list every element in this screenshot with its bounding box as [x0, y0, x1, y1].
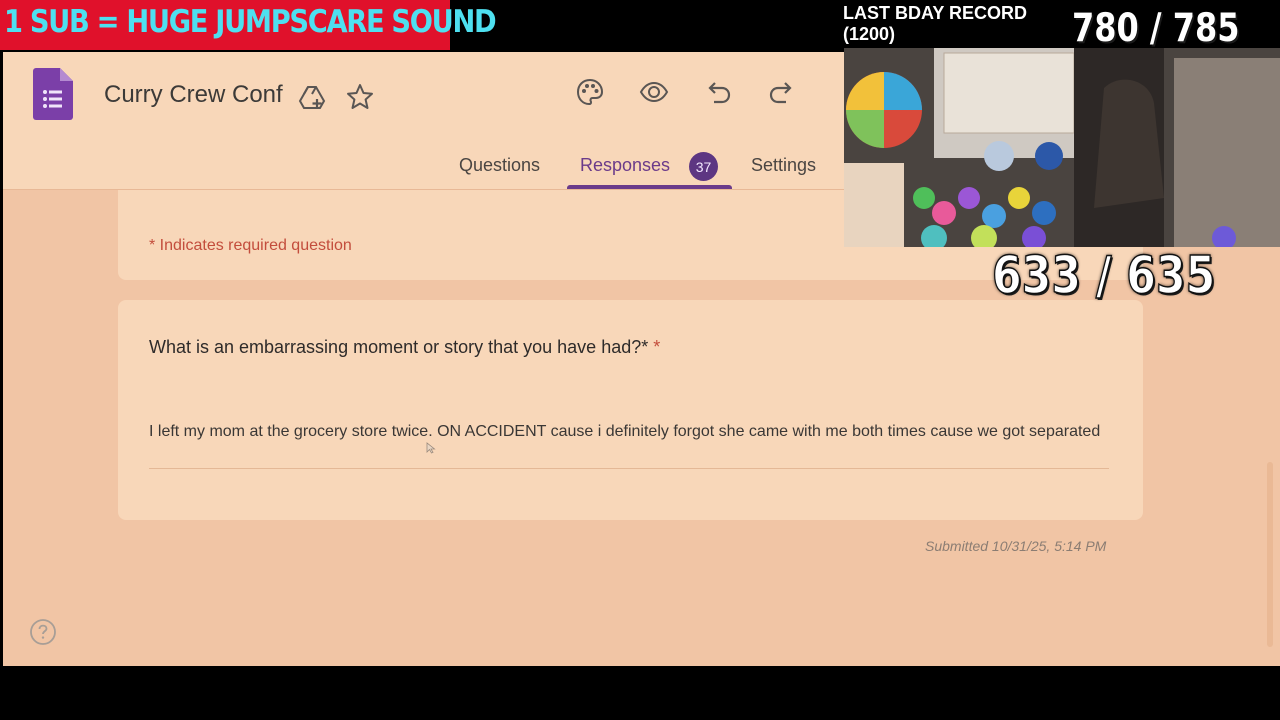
drive-add-icon[interactable]	[297, 82, 327, 112]
google-forms-logo[interactable]	[33, 68, 73, 120]
question-title: What is an embarrassing moment or story …	[149, 337, 660, 358]
question-card: What is an embarrassing moment or story …	[118, 300, 1143, 520]
sub-counter-mid: 633 / 635	[991, 245, 1216, 307]
redo-icon[interactable]	[766, 76, 798, 108]
undo-icon[interactable]	[702, 76, 734, 108]
answer-underline	[149, 468, 1109, 469]
tab-settings[interactable]: Settings	[751, 155, 816, 176]
required-note: * Indicates required question	[149, 237, 352, 254]
star-icon[interactable]	[345, 82, 375, 112]
tab-questions[interactable]: Questions	[459, 155, 540, 176]
mouse-cursor-icon	[426, 442, 436, 454]
sub-counter-top: 780 / 785	[1072, 6, 1240, 51]
eye-icon[interactable]	[638, 76, 670, 108]
stream-frame: Curry Crew Conf Questions Responses 37 S…	[0, 0, 1280, 720]
submitted-timestamp: Submitted 10/31/25, 5:14 PM	[925, 538, 1107, 554]
help-icon[interactable]	[29, 618, 57, 646]
palette-icon[interactable]	[574, 76, 606, 108]
record-label: LAST BDAY RECORD (1200)	[843, 3, 1027, 45]
scrollbar[interactable]	[1267, 462, 1273, 647]
responses-count-badge: 37	[689, 152, 718, 181]
active-tab-indicator	[567, 185, 732, 189]
question-text: What is an embarrassing moment or story …	[149, 337, 649, 357]
required-star: *	[653, 337, 661, 357]
answer-text: I left my mom at the grocery store twice…	[149, 423, 1101, 440]
webcam-feed	[844, 48, 1280, 247]
form-title[interactable]: Curry Crew Conf	[104, 81, 283, 109]
sub-alert-banner: 1 SUB = HUGE JUMPSCARE SOUND	[0, 0, 497, 50]
tab-responses[interactable]: Responses	[580, 155, 670, 176]
banner-text: 1 SUB = HUGE JUMPSCARE SOUND	[4, 4, 497, 40]
record-line-2: (1200)	[843, 24, 896, 44]
webcam-scene	[844, 48, 1280, 247]
record-line-1: LAST BDAY RECORD	[843, 3, 1028, 23]
